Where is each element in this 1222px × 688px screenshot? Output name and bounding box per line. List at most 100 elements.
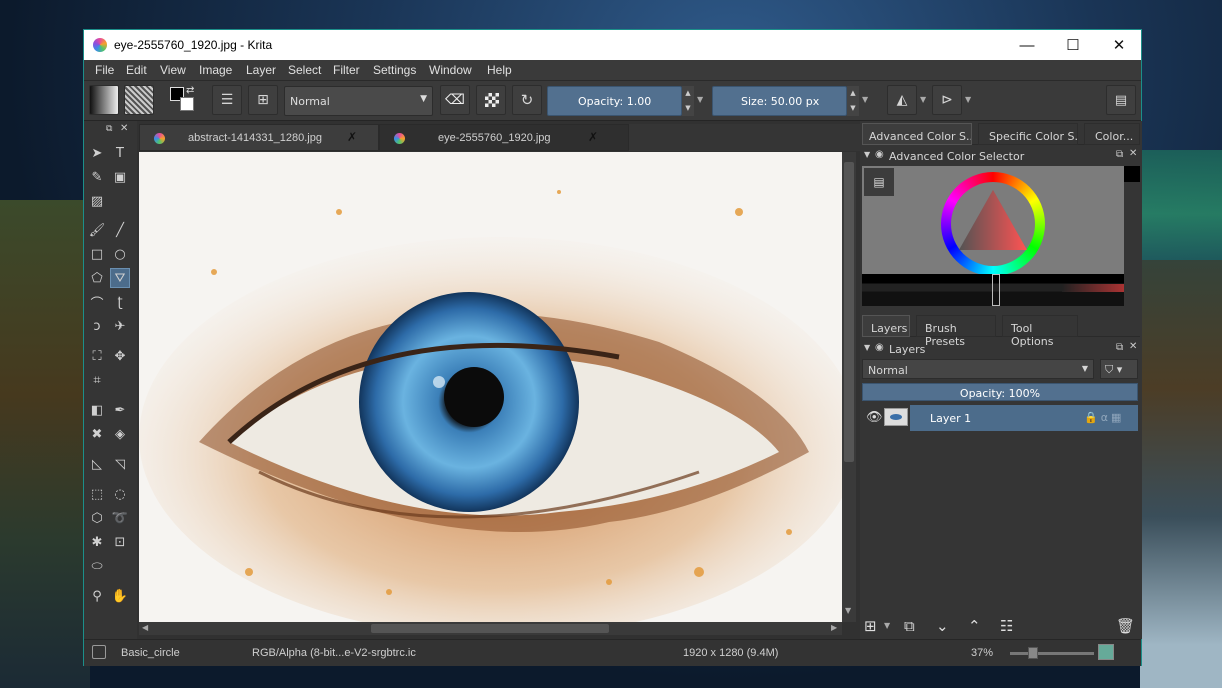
float-dock-icon[interactable]: ⧉: [1116, 149, 1123, 160]
add-layer-icon[interactable]: ⊞: [864, 617, 877, 635]
duplicate-layer-icon[interactable]: ⧉: [904, 617, 915, 635]
menu-filter[interactable]: Filter: [333, 63, 360, 77]
eraser-mode-button[interactable]: ⌫: [440, 85, 470, 115]
tab-brush-presets[interactable]: Brush Presets: [916, 315, 996, 348]
freehand-path-tool[interactable]: ʈ: [110, 292, 130, 312]
swap-colors-icon[interactable]: ⇄: [186, 85, 194, 96]
transform-tool[interactable]: ⛶: [87, 346, 107, 366]
close-button[interactable]: ✕: [1096, 30, 1142, 60]
scroll-down-icon[interactable]: ▼: [845, 606, 851, 615]
size-slider[interactable]: Size: 50.00 px: [712, 86, 847, 116]
pattern-preset-button[interactable]: [124, 85, 154, 115]
saturation-value-triangle[interactable]: [955, 186, 1031, 262]
colorize-mask-tool[interactable]: ✖: [87, 424, 107, 444]
bezier-selection-tool[interactable]: ⬭: [87, 556, 107, 576]
zoom-tool[interactable]: ⚲: [87, 586, 107, 606]
float-dock-icon[interactable]: ⧉: [1116, 342, 1123, 353]
menu-edit[interactable]: Edit: [126, 63, 147, 77]
line-tool[interactable]: ╱: [110, 220, 130, 240]
collapse-icon[interactable]: ▼: [864, 343, 870, 352]
layer-properties-icon[interactable]: ☷: [1000, 617, 1013, 635]
move-layer-down-icon[interactable]: ⌄: [936, 617, 949, 635]
rectangular-selection-tool[interactable]: ⬚: [87, 484, 107, 504]
polygonal-selection-tool[interactable]: ⬡: [87, 508, 107, 528]
move-tool[interactable]: ✥: [110, 346, 130, 366]
eye-visibility-icon[interactable]: 👁: [866, 410, 883, 425]
tab-color[interactable]: Color...: [1084, 123, 1140, 145]
layer-property-icons[interactable]: 🔒α▦: [1080, 405, 1138, 431]
menu-layer[interactable]: Layer: [246, 63, 276, 77]
mirror-h-menu-arrow[interactable]: ▼: [920, 95, 926, 104]
menu-view[interactable]: View: [160, 63, 186, 77]
opacity-spinner[interactable]: ▲ ▼: [682, 86, 694, 116]
elliptical-selection-tool[interactable]: ◌: [110, 484, 130, 504]
close-tab-icon[interactable]: ✗: [588, 130, 598, 144]
blend-mode-select[interactable]: Normal ▼: [284, 86, 433, 116]
close-dock-icon[interactable]: ✕: [120, 123, 128, 134]
scroll-right-icon[interactable]: ▶: [831, 623, 837, 632]
delete-layer-icon[interactable]: 🗑: [1116, 617, 1135, 635]
contiguous-selection-tool[interactable]: ✱: [87, 532, 107, 552]
pan-tool[interactable]: ✋: [110, 586, 130, 606]
gradient-tool[interactable]: ◧: [87, 400, 107, 420]
select-shapes-tool[interactable]: ➤: [87, 143, 107, 163]
tab-abstract[interactable]: abstract-1414331_1280.jpg ✗: [139, 124, 379, 151]
layer-filter-button[interactable]: ⛉ ▾: [1100, 359, 1138, 379]
scroll-thumb[interactable]: [844, 162, 854, 462]
close-dock-icon[interactable]: ✕: [1129, 148, 1137, 159]
similar-color-selection-tool[interactable]: ⊡: [110, 532, 130, 552]
edit-brush-settings-button[interactable]: ☰: [212, 85, 242, 115]
brush-presets-button[interactable]: ⊞: [248, 85, 278, 115]
tab-eye[interactable]: eye-2555760_1920.jpg ✗: [379, 124, 629, 151]
zoom-slider[interactable]: [1010, 647, 1094, 659]
menu-image[interactable]: Image: [199, 63, 232, 77]
bezier-curve-tool[interactable]: ⌒: [87, 292, 107, 312]
layer-name-cell[interactable]: Layer 1: [910, 405, 1080, 431]
close-tab-icon[interactable]: ✗: [347, 130, 357, 144]
color-handle[interactable]: [992, 274, 1000, 306]
assistant-tool[interactable]: ◺: [87, 454, 107, 474]
menu-help[interactable]: Help: [487, 63, 512, 77]
tab-specific-color-selector[interactable]: Specific Color S...: [978, 123, 1078, 145]
tab-layers[interactable]: Layers: [862, 315, 910, 337]
lock-dock-icon[interactable]: ◉: [875, 342, 884, 353]
color-picker-tool[interactable]: ✒: [110, 400, 130, 420]
menu-file[interactable]: File: [95, 63, 114, 77]
freehand-brush-tool[interactable]: 🖌: [87, 220, 107, 240]
size-spinner[interactable]: ▲ ▼: [847, 86, 859, 116]
preserve-alpha-button[interactable]: [476, 85, 506, 115]
scroll-left-icon[interactable]: ◀: [142, 623, 148, 632]
layer-blend-mode-select[interactable]: Normal ▼: [862, 359, 1094, 379]
opacity-menu-arrow[interactable]: ▼: [697, 95, 703, 104]
fg-bg-color-swatch[interactable]: ⇄: [166, 85, 200, 115]
crop-tool[interactable]: ⌗: [87, 370, 107, 390]
layer-row[interactable]: 👁 Layer 1 🔒α▦: [862, 405, 1138, 431]
measure-tool[interactable]: ◹: [110, 454, 130, 474]
close-dock-icon[interactable]: ✕: [1129, 341, 1137, 352]
lock-dock-icon[interactable]: ◉: [875, 149, 884, 160]
gradient-preset-button[interactable]: [89, 85, 119, 115]
mirror-horizontal-button[interactable]: ◭: [887, 85, 917, 115]
workspace-chooser-button[interactable]: ▤: [1106, 85, 1136, 115]
edit-shapes-tool[interactable]: ✎: [87, 167, 107, 187]
color-selector-settings-icon[interactable]: ▤: [864, 168, 894, 196]
scroll-thumb[interactable]: [371, 624, 609, 633]
tab-advanced-color-selector[interactable]: Advanced Color S...: [862, 123, 972, 145]
color-history-bar[interactable]: [862, 274, 1124, 306]
dynamic-brush-tool[interactable]: ↄ: [87, 316, 107, 336]
text-tool[interactable]: T: [110, 143, 130, 163]
maximize-button[interactable]: ☐: [1050, 30, 1096, 60]
canvas-vertical-scrollbar[interactable]: ▼: [842, 152, 856, 622]
fill-tool[interactable]: ◈: [110, 424, 130, 444]
minimize-button[interactable]: —: [1004, 30, 1050, 60]
zoom-slider-handle[interactable]: [1028, 647, 1038, 659]
move-layer-up-icon[interactable]: ⌃: [968, 617, 981, 635]
menu-select[interactable]: Select: [288, 63, 321, 77]
tab-tool-options[interactable]: Tool Options: [1002, 315, 1078, 348]
polyline-tool[interactable]: ⛛: [110, 268, 130, 288]
menu-settings[interactable]: Settings: [373, 63, 416, 77]
gradient-edit-tool[interactable]: ▨: [87, 191, 107, 211]
current-color-swatch[interactable]: [1124, 166, 1140, 182]
rectangle-tool[interactable]: □: [87, 244, 107, 264]
mirror-v-menu-arrow[interactable]: ▼: [965, 95, 971, 104]
